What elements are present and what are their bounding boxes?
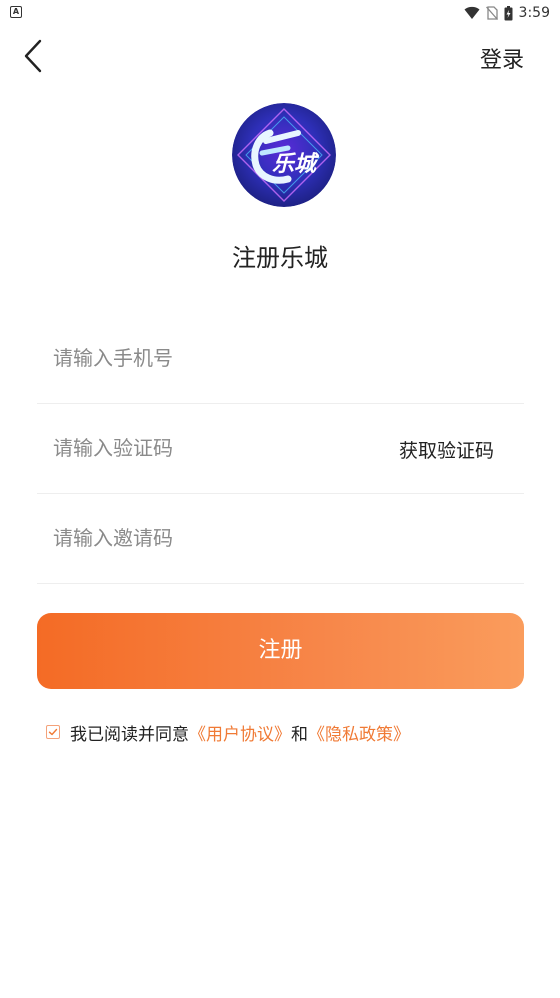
agreement-row: 我已阅读并同意 《用户协议》 和 《隐私政策》 <box>46 720 410 745</box>
get-code-button[interactable]: 获取验证码 <box>399 436 494 463</box>
battery-icon <box>504 5 513 20</box>
check-icon <box>48 728 58 736</box>
page-title: 注册乐城 <box>232 244 328 272</box>
login-link[interactable]: 登录 <box>480 42 524 74</box>
status-right-group: 3:59 <box>464 3 550 23</box>
privacy-policy-link[interactable]: 《隐私政策》 <box>308 720 410 745</box>
no-sim-icon <box>485 6 498 20</box>
phone-field-row <box>37 314 524 404</box>
logo-text: 乐城 <box>272 152 320 177</box>
agreement-checkbox[interactable] <box>46 725 60 739</box>
code-field-row: 获取验证码 <box>37 404 524 494</box>
back-button[interactable] <box>16 38 52 74</box>
verification-code-input[interactable] <box>53 404 353 492</box>
app-logo: 乐城 <box>232 103 336 207</box>
status-time: 3:59 <box>518 5 550 21</box>
agreement-conjunction: 和 <box>291 724 308 745</box>
notification-a-icon: A <box>10 6 22 18</box>
invite-code-input[interactable] <box>53 494 353 582</box>
register-button[interactable]: 注册 <box>37 613 524 689</box>
wifi-icon <box>464 6 480 19</box>
status-bar: A 3:59 <box>0 0 560 26</box>
agreement-prefix: 我已阅读并同意 <box>70 724 189 745</box>
user-agreement-link[interactable]: 《用户协议》 <box>189 720 291 745</box>
chevron-left-icon <box>24 39 42 73</box>
phone-input[interactable] <box>53 314 353 402</box>
invite-field-row <box>37 494 524 584</box>
